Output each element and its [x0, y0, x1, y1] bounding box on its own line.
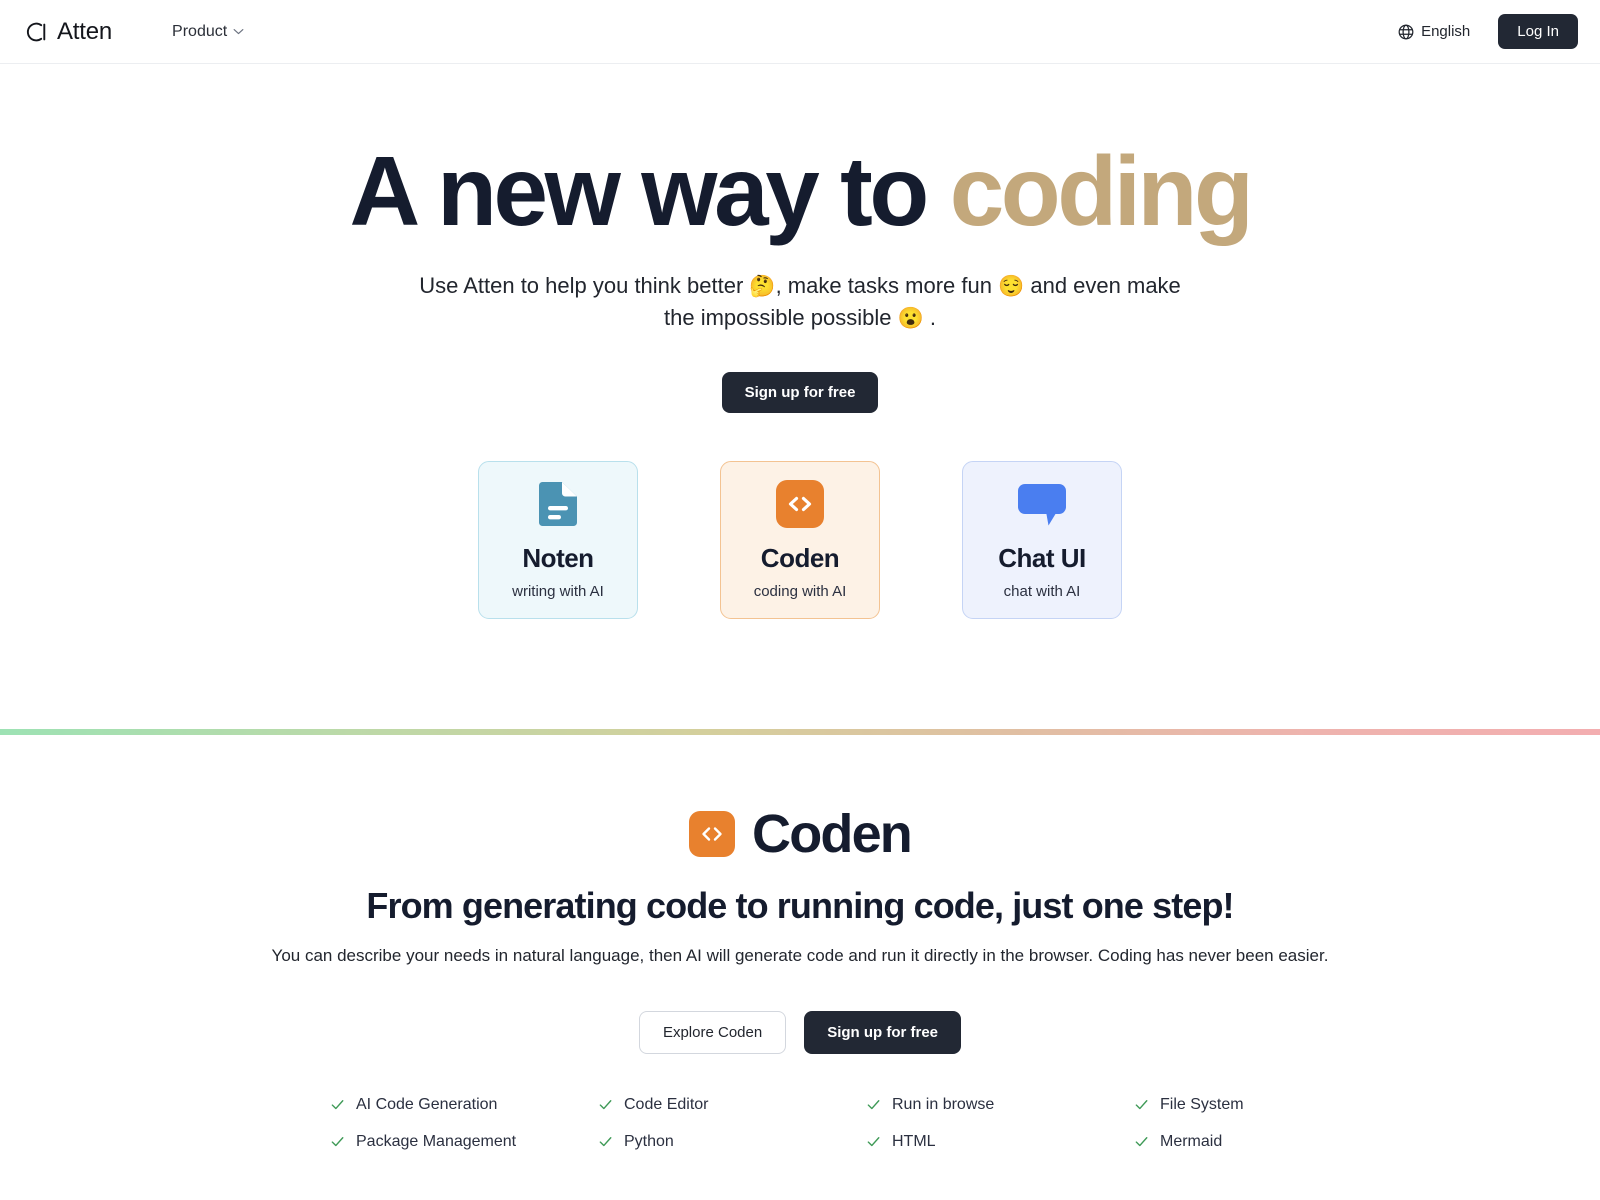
feature-label: Python: [624, 1132, 674, 1150]
feature-item: File System: [1134, 1096, 1270, 1114]
product-card-coden[interactable]: Coden coding with AI: [720, 460, 880, 619]
subtitle-part-3: and even make: [1024, 272, 1181, 298]
hero-signup-button[interactable]: Sign up for free: [721, 371, 879, 413]
feature-label: Package Management: [356, 1132, 517, 1150]
coden-feature-grid: AI Code Generation Code Editor Run in br…: [330, 1096, 1270, 1151]
subtitle-part-5: .: [923, 304, 936, 330]
feature-label: File System: [1160, 1095, 1244, 1113]
relieved-face-emoji: 😌: [998, 274, 1025, 298]
coden-section: Coden From generating code to running co…: [0, 735, 1600, 1151]
globe-icon: [1398, 24, 1414, 39]
feature-item: Mermaid: [1134, 1133, 1270, 1151]
product-card-coden-icon-wrap: [776, 479, 824, 528]
brand-logo[interactable]: Atten: [24, 17, 113, 45]
product-card-chat-ui-title: Chat UI: [998, 542, 1086, 573]
navbar: Atten Product English Log In: [0, 0, 1600, 64]
feature-label: AI Code Generation: [356, 1095, 498, 1113]
headline-accent: coding: [949, 136, 1254, 246]
product-card-chat-ui-icon-wrap: [1016, 480, 1068, 528]
atten-logo-icon: [26, 22, 46, 41]
product-card-noten-subtitle: writing with AI: [512, 582, 604, 600]
code-brackets-icon: [702, 827, 722, 841]
navbar-left: Atten Product: [24, 17, 248, 47]
check-icon: [1135, 1100, 1148, 1110]
check-icon: [331, 1137, 344, 1147]
hero-cta-row: Sign up for free: [0, 371, 1600, 413]
coden-logo-badge: [689, 811, 735, 857]
nav-item-product-label: Product: [172, 22, 228, 40]
product-card-coden-title: Coden: [760, 542, 840, 573]
check-icon: [599, 1100, 612, 1110]
check-icon: [867, 1100, 880, 1110]
page-title: A new way to coding: [0, 139, 1600, 244]
navbar-right: English Log In: [1398, 13, 1578, 50]
subtitle-part-1: Use Atten to help you think better: [419, 272, 750, 298]
coden-brand: Coden: [0, 803, 1600, 865]
product-card-chat-ui[interactable]: Chat UI chat with AI: [962, 460, 1122, 619]
feature-label: Mermaid: [1160, 1132, 1223, 1150]
feature-item: HTML: [866, 1133, 1134, 1151]
thinking-face-emoji: 🤔: [749, 274, 776, 298]
headline-lead: A new way to: [349, 136, 950, 246]
product-card-noten[interactable]: Noten writing with AI: [478, 460, 638, 619]
coden-headline: From generating code to running code, ju…: [366, 885, 1234, 926]
document-icon: [539, 481, 577, 526]
chat-bubble-icon: [1018, 483, 1066, 525]
product-cards: Noten writing with AI Coden coding with …: [0, 460, 1600, 619]
check-icon: [331, 1100, 344, 1110]
check-icon: [1135, 1137, 1148, 1147]
feature-item: AI Code Generation: [330, 1096, 598, 1114]
check-icon: [599, 1137, 612, 1147]
product-card-chat-ui-subtitle: chat with AI: [1003, 582, 1081, 600]
hero-subtitle: Use Atten to help you think better 🤔, ma…: [405, 270, 1195, 334]
code-brackets-icon: [776, 479, 824, 528]
product-card-coden-subtitle: coding with AI: [753, 582, 847, 600]
product-card-noten-title: Noten: [522, 542, 594, 573]
product-card-noten-icon-wrap: [535, 480, 581, 528]
feature-item: Run in browse: [866, 1096, 1134, 1114]
nav-item-product[interactable]: Product: [168, 17, 248, 47]
nav-menu: Product: [168, 17, 248, 47]
check-icon: [867, 1137, 880, 1147]
hero-section: A new way to coding Use Atten to help yo…: [0, 64, 1600, 619]
feature-label: HTML: [892, 1132, 936, 1150]
login-button[interactable]: Log In: [1498, 13, 1578, 50]
chevron-down-icon: [233, 29, 244, 35]
explore-coden-button[interactable]: Explore Coden: [638, 1010, 787, 1054]
feature-label: Run in browse: [892, 1095, 995, 1113]
language-selector[interactable]: English: [1398, 23, 1470, 40]
surprised-face-emoji: 😮: [897, 306, 924, 330]
feature-label: Code Editor: [624, 1095, 709, 1113]
feature-item: Code Editor: [598, 1096, 866, 1114]
subtitle-part-2: , make tasks more fun: [775, 272, 999, 298]
subtitle-part-4: the impossible possible: [664, 304, 898, 330]
language-label: English: [1421, 23, 1471, 40]
coden-signup-button[interactable]: Sign up for free: [804, 1010, 962, 1054]
feature-item: Package Management: [330, 1133, 598, 1151]
feature-item: Python: [598, 1133, 866, 1151]
coden-cta-row: Explore Coden Sign up for free: [0, 1010, 1600, 1054]
coden-section-name: Coden: [752, 804, 913, 864]
coden-description: You can describe your needs in natural l…: [271, 946, 1329, 965]
brand-name: Atten: [57, 17, 113, 45]
